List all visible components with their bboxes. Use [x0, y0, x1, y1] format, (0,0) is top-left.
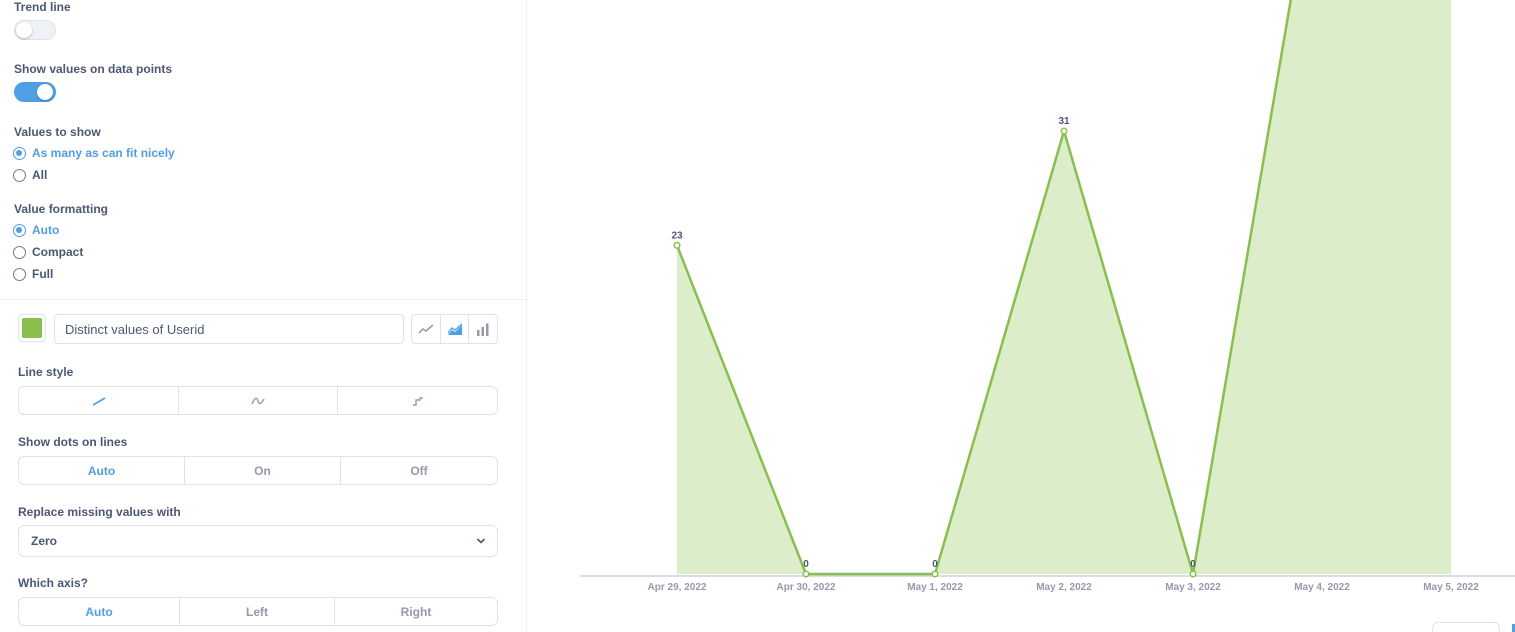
radio-label: Auto: [32, 223, 60, 237]
display-type-group: [411, 314, 498, 344]
radio-circle: [13, 245, 26, 259]
radio-format-auto[interactable]: Auto: [13, 222, 59, 238]
axis-auto-button[interactable]: Auto: [19, 598, 180, 625]
radio-as-many-as-fit[interactable]: As many as can fit nicely: [13, 145, 175, 161]
radio-label: Full: [32, 267, 54, 281]
line-style-curved[interactable]: [179, 387, 338, 414]
value-formatting-label: Value formatting: [14, 202, 109, 216]
select-value: Zero: [31, 534, 58, 548]
show-dots-label: Show dots on lines: [18, 435, 128, 449]
chart-corner-button[interactable]: [1432, 622, 1500, 632]
x-tick-label: Apr 29, 2022: [648, 582, 707, 593]
x-tick-label: May 3, 2022: [1165, 582, 1221, 593]
settings-sidebar: Trend line Show values on data points Va…: [0, 0, 527, 632]
radio-all[interactable]: All: [13, 167, 47, 183]
x-tick-label: Apr 30, 2022: [777, 582, 836, 593]
line-style-label: Line style: [18, 365, 74, 379]
dots-on-button[interactable]: On: [185, 457, 341, 484]
radio-label: As many as can fit nicely: [32, 146, 175, 160]
replace-missing-label: Replace missing values with: [18, 505, 181, 519]
data-label: 31: [1058, 116, 1070, 127]
radio-circle: [13, 146, 26, 160]
line-chart-icon: [418, 324, 434, 334]
replace-missing-select[interactable]: Zero: [18, 525, 498, 557]
display-line-button[interactable]: [412, 315, 441, 343]
data-point: [1189, 570, 1197, 578]
swatch-color: [22, 318, 42, 338]
x-tick-label: May 2, 2022: [1036, 582, 1092, 593]
radio-circle: [13, 223, 26, 237]
show-values-toggle[interactable]: [14, 82, 56, 102]
area-chart: 23 0 0 31 0 Apr 29, 2022 Apr 30, 2022 May 1, 20…: [580, 0, 1515, 593]
trend-line-label: Trend line: [14, 0, 71, 14]
which-axis-label: Which axis?: [18, 576, 89, 590]
line-curved-icon: [251, 397, 265, 404]
values-to-show-label: Values to show: [14, 125, 101, 139]
show-dots-segmented: Auto On Off: [18, 456, 498, 485]
line-style-segmented: [18, 386, 498, 415]
toggle-knob: [16, 22, 32, 38]
radio-label: All: [32, 168, 48, 182]
data-label: 0: [1190, 559, 1196, 570]
display-bar-button[interactable]: [469, 315, 497, 343]
radio-circle: [13, 168, 26, 182]
series-name-input[interactable]: [54, 314, 404, 344]
line-step-icon: [412, 396, 423, 406]
line-style-step[interactable]: [338, 387, 497, 414]
show-values-label: Show values on data points: [14, 62, 173, 76]
toggle-knob: [37, 84, 53, 100]
data-point: [802, 570, 810, 578]
data-point: [931, 570, 939, 578]
radio-format-full[interactable]: Full: [13, 266, 53, 282]
dots-off-button[interactable]: Off: [341, 457, 497, 484]
x-tick-label: May 5, 2022: [1423, 582, 1479, 593]
area-fill: [677, 0, 1451, 574]
data-label: 0: [932, 559, 938, 570]
trend-line-toggle[interactable]: [14, 20, 56, 40]
radio-label: Compact: [32, 245, 84, 259]
bar-chart-icon: [477, 323, 489, 336]
line-style-straight[interactable]: [19, 387, 179, 414]
radio-circle: [13, 267, 26, 281]
x-tick-label: May 4, 2022: [1294, 582, 1350, 593]
radio-format-compact[interactable]: Compact: [13, 244, 83, 260]
data-point: [673, 241, 681, 249]
area-chart-icon: [446, 323, 462, 335]
axis-left-button[interactable]: Left: [180, 598, 335, 625]
data-point: [1060, 127, 1068, 135]
series-color-swatch[interactable]: [18, 314, 46, 342]
display-area-button[interactable]: [441, 315, 470, 343]
line-straight-icon: [92, 396, 105, 406]
data-label: 23: [671, 230, 683, 241]
x-tick-label: May 1, 2022: [907, 582, 963, 593]
dots-auto-button[interactable]: Auto: [19, 457, 185, 484]
data-label: 0: [803, 559, 809, 570]
which-axis-segmented: Auto Left Right: [18, 597, 498, 626]
chevron-down-icon: [476, 538, 486, 544]
axis-right-button[interactable]: Right: [335, 598, 497, 625]
chart-area: 23 0 0 31 0 Apr 29, 2022 Apr 30, 2022 May 1, 20…: [528, 0, 1515, 632]
section-divider: [0, 299, 527, 300]
